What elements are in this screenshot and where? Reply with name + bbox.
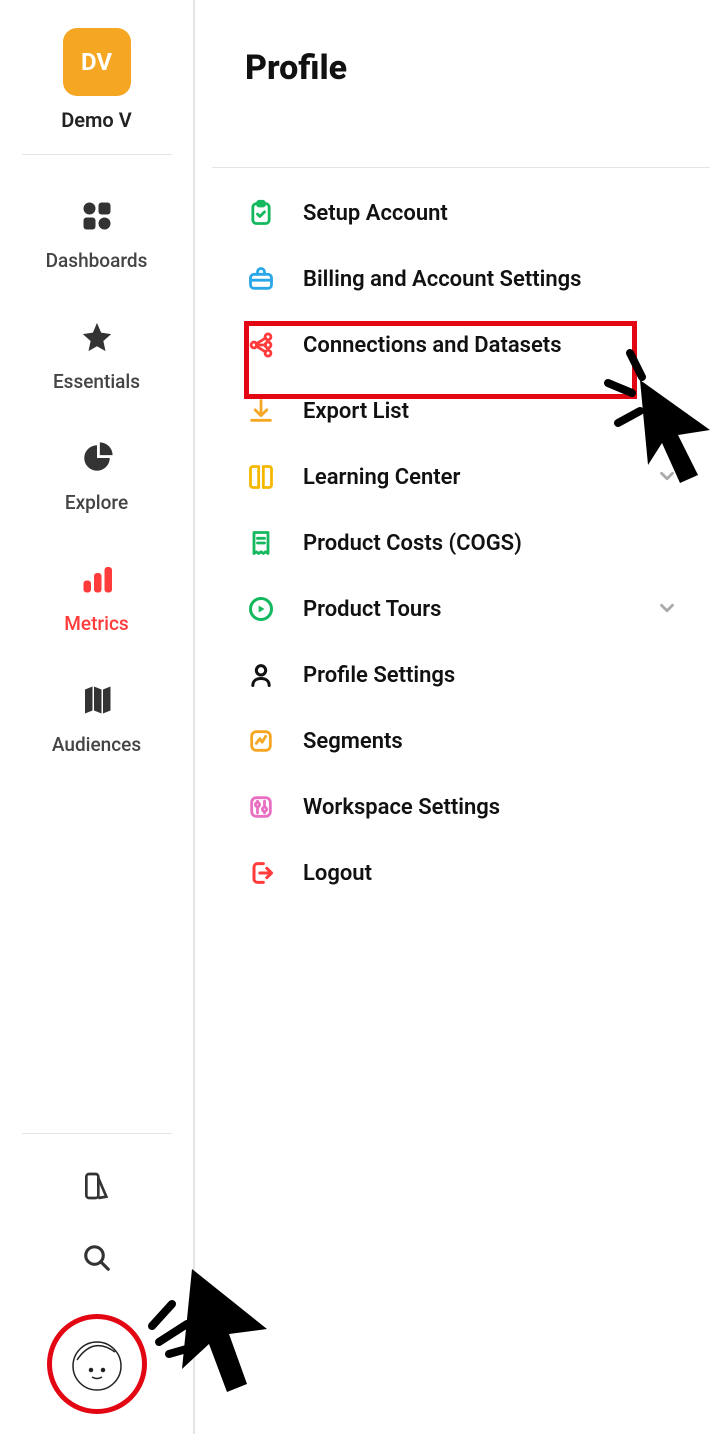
dashboard-icon: [76, 195, 118, 237]
menu-item-label: Connections and Datasets: [303, 333, 562, 358]
sidebar-item-label: Essentials: [53, 370, 140, 393]
sidebar-item-audiences[interactable]: Audiences: [0, 657, 193, 778]
menu-item-label: Workspace Settings: [303, 795, 500, 820]
palette-icon: [81, 1170, 113, 1206]
logout-icon: [245, 857, 277, 889]
main-content: Profile Setup Account Billing and: [195, 0, 710, 1434]
user-icon: [245, 659, 277, 691]
avatar-face-icon: [65, 1330, 129, 1398]
bars-icon: [76, 558, 118, 600]
menu-item-label: Product Tours: [303, 597, 441, 622]
sidebar-item-label: Audiences: [52, 733, 141, 756]
main-divider: [212, 167, 710, 168]
menu-item-segments[interactable]: Segments: [245, 708, 680, 774]
menu-item-learning-center[interactable]: Learning Center: [245, 444, 680, 510]
search-button[interactable]: [77, 1240, 117, 1280]
chevron-down-icon: [656, 465, 680, 489]
sidebar-item-label: Dashboards: [46, 249, 148, 272]
profile-menu-button[interactable]: [47, 1314, 147, 1414]
sliders-icon: [245, 791, 277, 823]
user-avatar[interactable]: DV: [63, 28, 131, 96]
search-icon: [82, 1243, 112, 1277]
menu-item-label: Setup Account: [303, 201, 448, 226]
user-name: Demo V: [61, 108, 131, 132]
menu-item-setup-account[interactable]: Setup Account: [245, 180, 680, 246]
chevron-down-icon: [656, 597, 680, 621]
sidebar-item-dashboards[interactable]: Dashboards: [0, 173, 193, 294]
menu-item-profile-settings[interactable]: Profile Settings: [245, 642, 680, 708]
sidebar-divider: [22, 154, 172, 155]
sidebar-bottom-divider: [22, 1133, 172, 1134]
menu-item-export-list[interactable]: Export List: [245, 378, 680, 444]
menu-item-label: Billing and Account Settings: [303, 267, 581, 292]
menu-item-label: Logout: [303, 861, 372, 886]
book-icon: [245, 461, 277, 493]
menu-item-product-costs[interactable]: Product Costs (COGS): [245, 510, 680, 576]
download-icon: [245, 395, 277, 427]
user-initials: DV: [81, 48, 112, 76]
theme-button[interactable]: [77, 1168, 117, 1208]
sidebar-item-explore[interactable]: Explore: [0, 415, 193, 536]
receipt-icon: [245, 527, 277, 559]
menu-item-connections[interactable]: Connections and Datasets: [245, 312, 680, 378]
menu-item-logout[interactable]: Logout: [245, 840, 680, 906]
menu-item-label: Learning Center: [303, 465, 460, 490]
profile-menu-button-wrap: [47, 1314, 147, 1414]
clipboard-check-icon: [245, 197, 277, 229]
menu-item-label: Product Costs (COGS): [303, 531, 522, 556]
menu-item-product-tours[interactable]: Product Tours: [245, 576, 680, 642]
map-icon: [76, 679, 118, 721]
star-icon: [76, 316, 118, 358]
sidebar-item-essentials[interactable]: Essentials: [0, 294, 193, 415]
briefcase-icon: [245, 263, 277, 295]
menu-item-label: Export List: [303, 399, 409, 424]
profile-menu-list: Setup Account Billing and Account Settin…: [245, 180, 680, 906]
menu-item-label: Profile Settings: [303, 663, 455, 688]
menu-item-label: Segments: [303, 729, 403, 754]
sidebar-item-label: Explore: [65, 491, 128, 514]
menu-item-billing[interactable]: Billing and Account Settings: [245, 246, 680, 312]
page-title: Profile: [245, 48, 680, 88]
pie-icon: [76, 437, 118, 479]
sidebar-item-label: Metrics: [64, 612, 128, 635]
sidebar-item-metrics[interactable]: Metrics: [0, 536, 193, 657]
connections-icon: [245, 329, 277, 361]
segments-icon: [245, 725, 277, 757]
sidebar-bottom: [0, 1133, 193, 1434]
sidebar-top: DV Demo V Dashboards Essenti: [0, 28, 193, 778]
menu-item-workspace-settings[interactable]: Workspace Settings: [245, 774, 680, 840]
sidebar: DV Demo V Dashboards Essenti: [0, 0, 195, 1434]
play-circle-icon: [245, 593, 277, 625]
